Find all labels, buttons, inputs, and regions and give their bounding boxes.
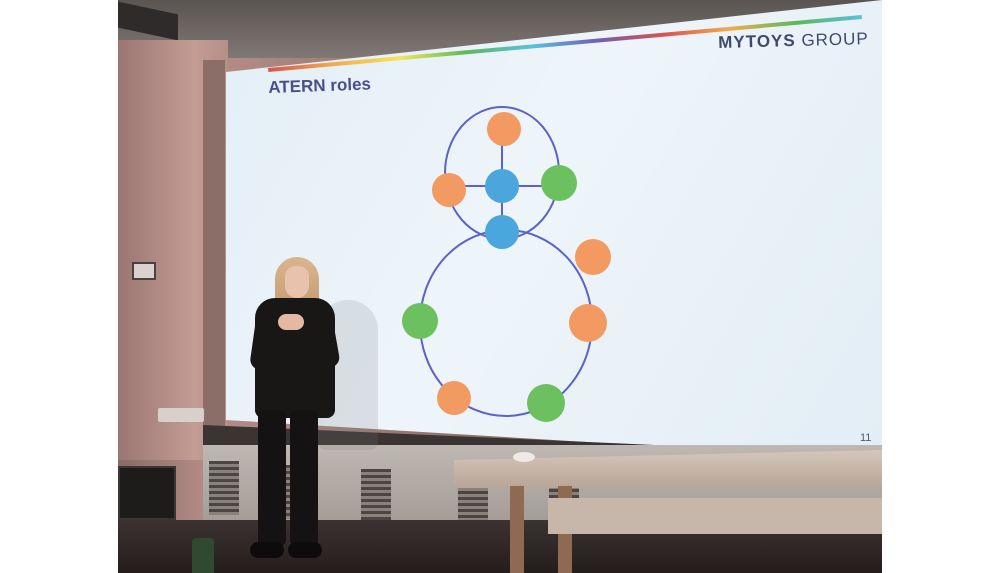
presenter-leg-left <box>258 410 286 546</box>
presenter-hands <box>278 314 304 330</box>
photo: ATERN roles MYTOYS GROUP 11 <box>118 0 882 573</box>
node-right-1 <box>575 239 611 275</box>
presenter-leg-right <box>290 410 318 546</box>
table-leg <box>510 486 524 573</box>
node-center <box>485 169 519 203</box>
table-shelf <box>548 498 882 534</box>
node-bottom-right <box>527 384 565 422</box>
stage-vent <box>209 461 239 515</box>
node-middle <box>485 215 519 249</box>
node-bottom-left <box>437 381 471 415</box>
table-dish <box>513 452 535 462</box>
node-right-2 <box>569 304 607 342</box>
stage-vent <box>361 469 391 523</box>
diagram-lines <box>419 106 593 417</box>
presenter-face <box>285 266 309 298</box>
bottle <box>192 538 214 573</box>
node-left-1 <box>402 303 438 339</box>
node-upper-right <box>541 165 577 201</box>
node-upper-left <box>432 173 466 207</box>
diagram-nodes <box>402 112 611 422</box>
presenter-shoe-right <box>288 542 322 558</box>
presenter-shoe-left <box>250 542 284 558</box>
node-top <box>487 112 521 146</box>
